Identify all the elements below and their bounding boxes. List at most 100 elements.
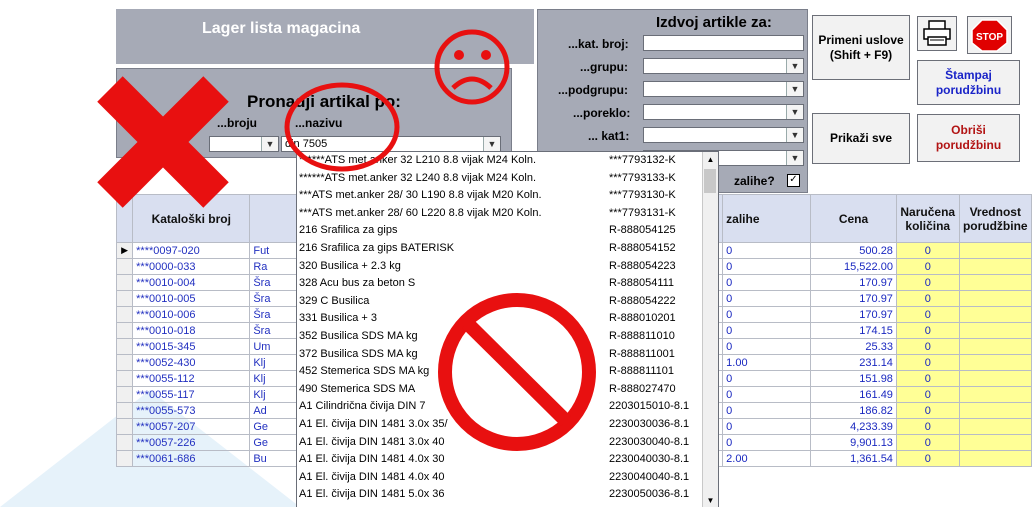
- vrednost-cell[interactable]: [958, 402, 1032, 419]
- col-narucena[interactable]: Naručena količina: [895, 194, 960, 243]
- cena-cell[interactable]: 500.28: [810, 242, 897, 259]
- dropdown-item-code[interactable]: ***7793130-K: [609, 189, 676, 206]
- dropdown-item-code[interactable]: R-888054223: [609, 260, 676, 277]
- dropdown-item-code[interactable]: R-888811010: [609, 330, 675, 347]
- dropdown-item-code[interactable]: ***7793132-K: [609, 154, 676, 171]
- name-combo[interactable]: din 7505 ▼: [281, 136, 501, 152]
- zalihe-cell[interactable]: 0: [722, 434, 812, 451]
- cena-cell[interactable]: 15,522.00: [810, 258, 897, 275]
- vrednost-cell[interactable]: [958, 354, 1032, 371]
- zalihe-cell[interactable]: 0: [722, 306, 812, 323]
- dropdown-item-code[interactable]: ***7793133-K: [609, 172, 676, 189]
- zalihe-cell[interactable]: 0: [722, 386, 812, 403]
- vrednost-cell[interactable]: [958, 322, 1032, 339]
- katalog-cell[interactable]: ***0057-226: [132, 434, 251, 451]
- vrednost-cell[interactable]: [958, 290, 1032, 307]
- zalihe-cell[interactable]: 2.00: [722, 450, 812, 467]
- narucena-cell[interactable]: 0: [895, 354, 960, 371]
- row-selector[interactable]: [115, 386, 134, 403]
- dropdown-item-name[interactable]: A1 Cilindrična čivija DIN 7: [299, 400, 426, 417]
- chevron-down-icon[interactable]: ▼: [786, 151, 803, 165]
- cena-cell[interactable]: 186.82: [810, 402, 897, 419]
- dropdown-item-name[interactable]: ***ATS met.anker 28/ 30 L190 8.8 vijak M…: [299, 189, 542, 206]
- dropdown-item-code[interactable]: R-888054111: [609, 277, 674, 294]
- vrednost-cell[interactable]: [958, 450, 1032, 467]
- dropdown-item-name[interactable]: 452 Stemerica SDS MA kg: [299, 365, 429, 382]
- dropdown-item-code[interactable]: 2230030036-8.1: [609, 418, 689, 435]
- dropdown-item-name[interactable]: A1 El. čivija DIN 1481 5.0x 36: [299, 488, 445, 505]
- print-order-button[interactable]: Štampaj porudžbinu: [917, 60, 1020, 105]
- dropdown-item-name[interactable]: 352 Busilica SDS MA kg: [299, 330, 418, 347]
- dropdown-item-name[interactable]: 216 Srafilica za gips: [299, 224, 397, 241]
- dropdown-item-code[interactable]: R-888010201: [609, 312, 676, 329]
- katalog-cell[interactable]: ***0061-686: [132, 450, 251, 467]
- katalog-cell[interactable]: ***0057-207: [132, 418, 251, 435]
- cena-cell[interactable]: 25.33: [810, 338, 897, 355]
- row-selector[interactable]: [115, 354, 134, 371]
- chevron-down-icon[interactable]: ▼: [786, 105, 803, 119]
- narucena-cell[interactable]: 0: [895, 338, 960, 355]
- print-button[interactable]: [917, 16, 957, 51]
- col-vrednost[interactable]: Vrednost porudžbine: [958, 194, 1032, 243]
- dropdown-item-name[interactable]: 329 C Busilica: [299, 295, 369, 312]
- narucena-cell[interactable]: 0: [895, 290, 960, 307]
- filter-grupa-combo[interactable]: ▼: [643, 58, 804, 74]
- katalog-cell[interactable]: ***0055-573: [132, 402, 251, 419]
- col-cena[interactable]: Cena: [810, 194, 897, 243]
- row-selector[interactable]: [115, 338, 134, 355]
- narucena-cell[interactable]: 0: [895, 258, 960, 275]
- cena-cell[interactable]: 161.49: [810, 386, 897, 403]
- dropdown-item-name[interactable]: ******ATS met.anker 32 L240 8.8 vijak M2…: [299, 172, 536, 189]
- narucena-cell[interactable]: 0: [895, 322, 960, 339]
- katalog-cell[interactable]: ***0010-005: [132, 290, 251, 307]
- zalihe-cell[interactable]: 0: [722, 338, 812, 355]
- dropdown-item-code[interactable]: 2230040030-8.1: [609, 453, 689, 470]
- cena-cell[interactable]: 174.15: [810, 322, 897, 339]
- dropdown-item-code[interactable]: 2230040040-8.1: [609, 471, 689, 488]
- stop-button[interactable]: STOP: [967, 16, 1012, 54]
- number-combo[interactable]: ▼: [209, 136, 279, 152]
- zalihe-cell[interactable]: 0: [722, 274, 812, 291]
- chevron-down-icon[interactable]: ▼: [483, 137, 500, 151]
- zalihe-cell[interactable]: 0: [722, 370, 812, 387]
- row-selector[interactable]: [115, 290, 134, 307]
- dropdown-item-code[interactable]: R-888027470: [609, 383, 676, 400]
- cena-cell[interactable]: 4,233.39: [810, 418, 897, 435]
- cena-cell[interactable]: 1,361.54: [810, 450, 897, 467]
- filter-katbroj-input[interactable]: [643, 35, 804, 51]
- dropdown-item-name[interactable]: A1 El. čivija DIN 1481 4.0x 40: [299, 471, 445, 488]
- vrednost-cell[interactable]: [958, 242, 1032, 259]
- katalog-cell[interactable]: ***0010-006: [132, 306, 251, 323]
- filter-poreklo-combo[interactable]: ▼: [643, 104, 804, 120]
- dropdown-item-code[interactable]: R-888054152: [609, 242, 676, 259]
- zalihe-cell[interactable]: 1.00: [722, 354, 812, 371]
- dropdown-item-name[interactable]: ***ATS met.anker 28/ 60 L220 8.8 vijak M…: [299, 207, 542, 224]
- row-selector[interactable]: [115, 322, 134, 339]
- dropdown-item-name[interactable]: A1 El. čivija DIN 1481 3.0x 40: [299, 436, 445, 453]
- dropdown-item-name[interactable]: 216 Srafilica za gips BATERISK: [299, 242, 454, 259]
- row-selector[interactable]: [115, 370, 134, 387]
- vrednost-cell[interactable]: [958, 258, 1032, 275]
- dropdown-item-code[interactable]: R-888811101: [609, 365, 674, 382]
- dropdown-item-name[interactable]: 331 Busilica + 3: [299, 312, 377, 329]
- katalog-cell[interactable]: ****0097-020: [132, 242, 251, 259]
- chevron-down-icon[interactable]: ▼: [786, 82, 803, 96]
- chevron-down-icon[interactable]: ▼: [261, 137, 278, 151]
- katalog-cell[interactable]: ***0052-430: [132, 354, 251, 371]
- delete-order-button[interactable]: Obriši porudžbinu: [917, 114, 1020, 162]
- scroll-thumb[interactable]: [704, 169, 716, 193]
- katalog-cell[interactable]: ***0010-004: [132, 274, 251, 291]
- vrednost-cell[interactable]: [958, 386, 1032, 403]
- dropdown-item-name[interactable]: 320 Busilica + 2.3 kg: [299, 260, 401, 277]
- dropdown-item-name[interactable]: 328 Acu bus za beton S: [299, 277, 415, 294]
- cena-cell[interactable]: 151.98: [810, 370, 897, 387]
- narucena-cell[interactable]: 0: [895, 306, 960, 323]
- zalihe-cell[interactable]: 0: [722, 290, 812, 307]
- narucena-cell[interactable]: 0: [895, 418, 960, 435]
- row-selector[interactable]: [115, 274, 134, 291]
- vrednost-cell[interactable]: [958, 434, 1032, 451]
- chevron-down-icon[interactable]: ▼: [786, 128, 803, 142]
- row-selector[interactable]: [115, 258, 134, 275]
- chevron-down-icon[interactable]: ▼: [786, 59, 803, 73]
- vrednost-cell[interactable]: [958, 370, 1032, 387]
